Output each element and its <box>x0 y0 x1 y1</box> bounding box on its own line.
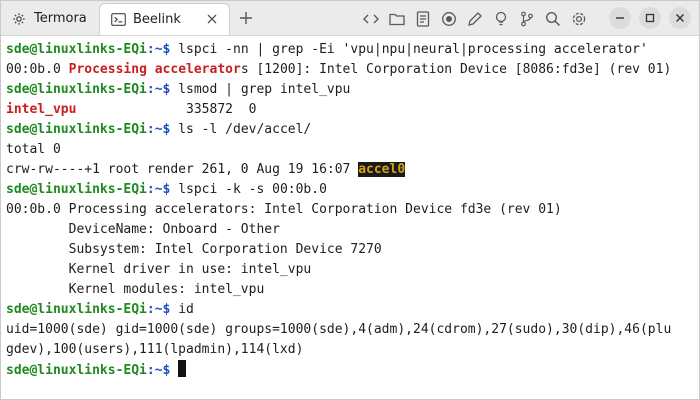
terminal-line: DeviceName: Onboard - Other <box>6 220 694 240</box>
terminal-line: sde@linuxlinks-EQi:~$ <box>6 360 694 380</box>
device-file-highlight: accel0 <box>358 162 406 177</box>
output-text: DeviceName: Onboard - Other <box>6 222 280 237</box>
maximize-icon[interactable] <box>639 7 661 29</box>
terminal-line: gdev),100(users),111(lpadmin),114(lxd) <box>6 340 694 360</box>
output-text: 00:0b.0 <box>6 62 69 77</box>
text-cursor <box>178 360 187 377</box>
settings-icon[interactable] <box>569 9 589 29</box>
prompt-user: sde@linuxlinks-EQi <box>6 42 147 57</box>
terminal-line: sde@linuxlinks-EQi:~$ lspci -k -s 00:0b.… <box>6 180 694 200</box>
output-text: Kernel driver in use: intel_vpu <box>6 262 312 277</box>
terminal-line: sde@linuxlinks-EQi:~$ id <box>6 300 694 320</box>
output-text: Subsystem: Intel Corporation Device 7270 <box>6 242 382 257</box>
terminal-line: 00:0b.0 Processing accelerators: Intel C… <box>6 200 694 220</box>
prompt-path: :~$ <box>146 82 171 97</box>
tab-label: Termora <box>34 11 87 26</box>
terminal-line: total 0 <box>6 140 694 160</box>
terminal-output[interactable]: sde@linuxlinks-EQi:~$ lspci -nn | grep -… <box>1 36 699 399</box>
minimize-icon[interactable] <box>609 7 631 29</box>
terminal-line: Subsystem: Intel Corporation Device 7270 <box>6 240 694 260</box>
document-icon[interactable] <box>413 9 433 29</box>
tab-beelink[interactable]: Beelink <box>99 3 230 35</box>
command-text: lsmod | grep intel_vpu <box>170 82 351 97</box>
command-text <box>170 363 178 378</box>
output-text: 335872 0 <box>76 102 257 117</box>
match-highlight: Processing accelerator <box>68 62 241 77</box>
title-bar: Termora Beelink <box>1 1 699 36</box>
prompt-user: sde@linuxlinks-EQi <box>6 363 147 378</box>
toolbar <box>361 9 589 29</box>
output-text: crw-rw----+1 root render 261, 0 Aug 19 1… <box>6 162 359 177</box>
terminal-line: Kernel driver in use: intel_vpu <box>6 260 694 280</box>
terminal-line: Kernel modules: intel_vpu <box>6 280 694 300</box>
terminal-window: Termora Beelink sde@linuxlinks-EQi:~$ ls… <box>0 0 700 400</box>
output-text: total 0 <box>6 142 61 157</box>
output-text: uid=1000(sde) gid=1000(sde) groups=1000(… <box>6 322 672 337</box>
terminal-line: crw-rw----+1 root render 261, 0 Aug 19 1… <box>6 160 694 180</box>
prompt-path: :~$ <box>146 122 171 137</box>
output-text: Kernel modules: intel_vpu <box>6 282 265 297</box>
command-text: lspci -nn | grep -Ei 'vpu|npu|neural|pro… <box>170 42 648 57</box>
new-tab-icon[interactable] <box>237 9 255 27</box>
branch-icon[interactable] <box>517 9 537 29</box>
prompt-user: sde@linuxlinks-EQi <box>6 302 147 317</box>
tab-label: Beelink <box>133 12 181 27</box>
terminal-line: uid=1000(sde) gid=1000(sde) groups=1000(… <box>6 320 694 340</box>
prompt-path: :~$ <box>146 363 171 378</box>
output-text: 00:0b.0 Processing accelerators: Intel C… <box>6 202 562 217</box>
bulb-icon[interactable] <box>491 9 511 29</box>
close-icon[interactable] <box>669 7 691 29</box>
prompt-path: :~$ <box>146 42 171 57</box>
terminal-line: 00:0b.0 Processing accelerators [1200]: … <box>6 60 694 80</box>
prompt-user: sde@linuxlinks-EQi <box>6 82 147 97</box>
pen-icon[interactable] <box>465 9 485 29</box>
gear-icon <box>11 11 27 27</box>
code-icon[interactable] <box>361 9 381 29</box>
record-icon[interactable] <box>439 9 459 29</box>
terminal-line: intel_vpu 335872 0 <box>6 100 694 120</box>
terminal-icon <box>110 12 126 28</box>
search-icon[interactable] <box>543 9 563 29</box>
terminal-line: sde@linuxlinks-EQi:~$ lspci -nn | grep -… <box>6 40 694 60</box>
close-tab-icon[interactable] <box>205 12 219 26</box>
command-text: id <box>170 302 194 317</box>
prompt-user: sde@linuxlinks-EQi <box>6 122 147 137</box>
output-text: gdev),100(users),111(lpadmin),114(lxd) <box>6 342 304 357</box>
prompt-user: sde@linuxlinks-EQi <box>6 182 147 197</box>
prompt-path: :~$ <box>146 302 171 317</box>
terminal-line: sde@linuxlinks-EQi:~$ ls -l /dev/accel/ <box>6 120 694 140</box>
prompt-path: :~$ <box>146 182 171 197</box>
folder-icon[interactable] <box>387 9 407 29</box>
command-text: lspci -k -s 00:0b.0 <box>170 182 327 197</box>
output-text: s [1200]: Intel Corporation Device [8086… <box>240 62 672 77</box>
command-text: ls -l /dev/accel/ <box>170 122 312 137</box>
tab-termora[interactable]: Termora <box>1 3 97 34</box>
terminal-line: sde@linuxlinks-EQi:~$ lsmod | grep intel… <box>6 80 694 100</box>
window-controls <box>609 7 691 29</box>
match-highlight: intel_vpu <box>6 102 77 117</box>
